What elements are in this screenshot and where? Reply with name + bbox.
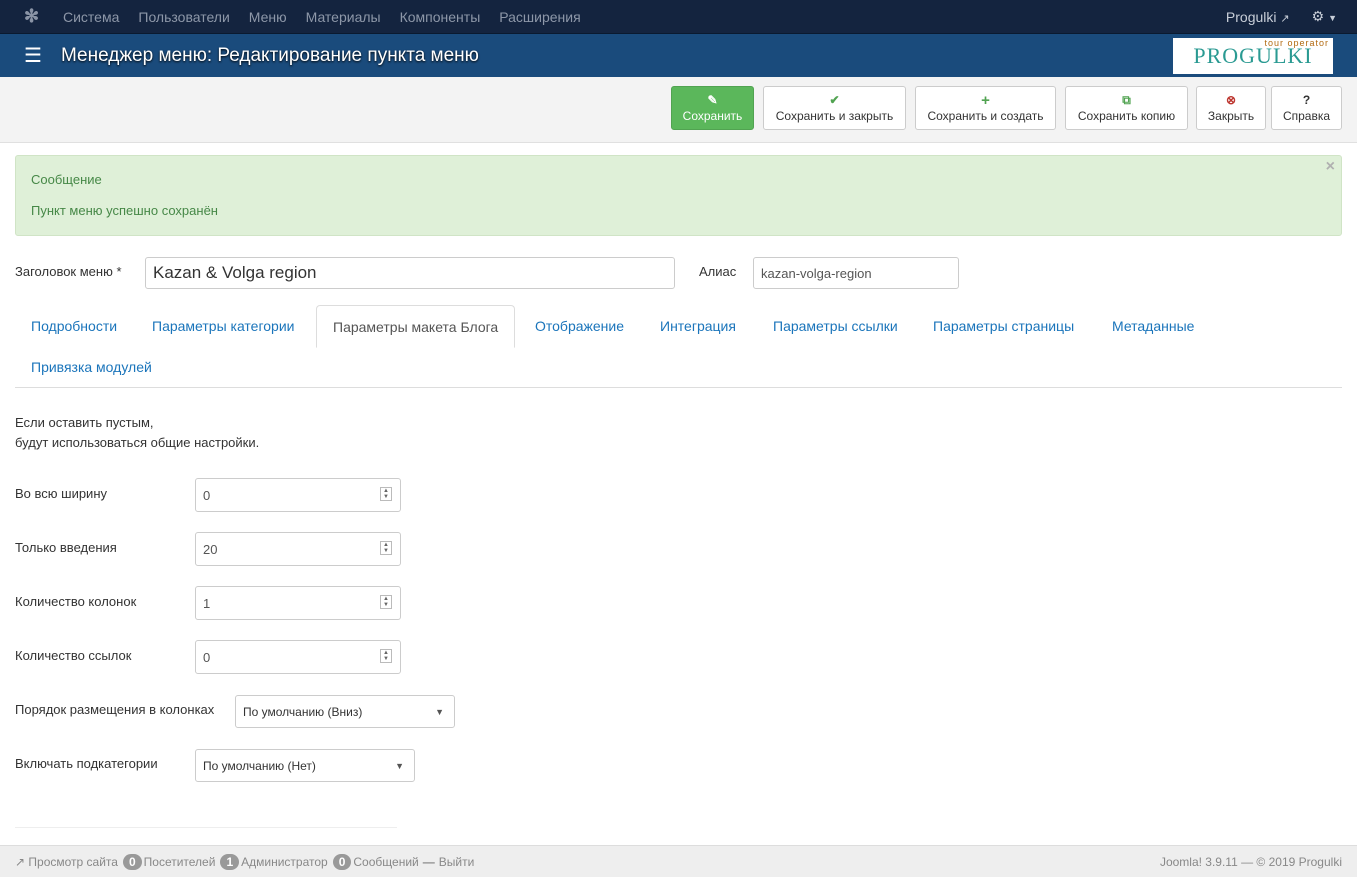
messages-badge: 0 [332,853,352,870]
top-navbar: ✻ Система Пользователи Меню Материалы Ко… [0,0,1357,33]
full-width-input[interactable]: 0 ▲ ▼ [195,478,401,512]
spinner-icon[interactable]: ▲ ▼ [380,487,392,501]
field-value: 0 [203,649,211,665]
subcat-label: Включать подкатегории [15,756,158,771]
brand-logo: tour operator PROGULKI [1173,38,1333,74]
nav-system[interactable]: Система [63,9,119,25]
columns-input[interactable]: 1 ▲ ▼ [195,586,401,620]
close-button[interactable]: ⊗ Закрыть [1196,86,1266,130]
visitors-badge: 0 [122,853,142,870]
field-label: Только введения [15,540,117,555]
site-name: Progulki [1225,8,1277,25]
dropdown-arrow-icon: ▼ [395,761,404,771]
save-copy-button[interactable]: ⧉ Сохранить копию [1065,86,1188,130]
field-value: 20 [203,541,218,557]
alias-label: Алиас [699,264,737,279]
divider [15,827,397,828]
external-link-icon: ↗ [15,854,29,869]
order-value: По умолчанию (Вниз) [243,704,363,719]
plus-icon: + [981,91,990,109]
field-value: 1 [203,595,211,611]
version-text: Joomla! 3.9.11 — © 2019 Progulki [1159,854,1342,869]
field-label: Во всю ширину [15,486,107,501]
view-site-link[interactable]: Просмотр сайта [28,855,118,869]
messages-label[interactable]: Сообщений [353,855,418,869]
page-header: ☰ Менеджер меню: Редактирование пункта м… [0,33,1357,77]
save-copy-label: Сохранить копию [1077,108,1176,123]
nav-components[interactable]: Компоненты [400,9,481,25]
tab-category-options[interactable]: Параметры категории [136,305,310,347]
page-title: Менеджер меню: Редактирование пункта мен… [61,44,479,66]
joomla-logo-icon[interactable]: ✻ [24,6,44,27]
tab-metadata[interactable]: Метаданные [1096,305,1210,347]
field-label: Количество ссылок [15,648,132,663]
save-label: Сохранить [682,108,743,123]
tab-page-display[interactable]: Параметры страницы [917,305,1090,347]
check-icon: ✔ [829,92,840,107]
alias-input[interactable]: kazan-volga-region [753,257,959,289]
dropdown-arrow-icon: ▼ [435,707,444,717]
tab-details[interactable]: Подробности [15,305,133,347]
spinner-icon[interactable]: ▲ ▼ [380,541,392,555]
logo-tagline: tour operator [1264,38,1329,48]
title-input[interactable]: Kazan & Volga region [145,257,675,289]
note-line-2: будут использоваться общие настройки. [15,435,260,450]
site-link[interactable]: Progulki ↗ [1226,9,1290,25]
admins-label: Администратор [241,854,328,869]
field-label: Количество колонок [15,594,137,609]
save-button[interactable]: ✎ Сохранить [671,86,754,130]
tab-blog-layout[interactable]: Параметры макета Блога [316,305,516,348]
tab-bar: Подробности Параметры категории Параметр… [15,305,1342,388]
subcat-value: По умолчанию (Нет) [203,758,316,773]
caret-down-icon: ▼ [1328,13,1337,23]
save-close-label: Сохранить и закрыть [775,108,894,123]
nav-users[interactable]: Пользователи [138,9,229,25]
close-label: Закрыть [1207,108,1255,123]
nav-content[interactable]: Материалы [306,9,381,25]
logout-link[interactable]: Выйти [439,855,475,869]
tab-integration[interactable]: Интеграция [644,305,752,347]
edit-icon: ✎ [707,92,718,107]
external-link-icon: ↗ [1280,12,1290,25]
help-label: Справка [1282,108,1331,123]
alert-message: Пункт меню успешно сохранён [31,203,218,218]
note-line-1: Если оставить пустым, [15,415,154,430]
visitors-label: Посетителей [143,854,216,869]
order-select[interactable]: По умолчанию (Вниз) ▼ [235,695,455,728]
success-alert: × Сообщение Пункт меню успешно сохранён [15,155,1342,236]
intro-input[interactable]: 20 ▲ ▼ [195,532,401,566]
settings-menu[interactable]: ⚙ ▼ [1312,8,1337,25]
alert-heading: Сообщение [31,172,102,187]
status-bar: ↗ Просмотр сайта 0 Посетителей 1 Администр… [0,845,1357,877]
save-close-button[interactable]: ✔ Сохранить и закрыть [763,86,906,130]
question-circle-icon: ? [1302,92,1311,107]
subcat-select[interactable]: По умолчанию (Нет) ▼ [195,749,415,782]
close-alert-icon[interactable]: × [1326,158,1335,176]
title-label: Заголовок меню * [15,264,122,279]
gear-icon: ⚙ [1311,8,1325,24]
tab-module-assignment[interactable]: Привязка модулей [15,346,168,388]
spinner-icon[interactable]: ▲ ▼ [380,649,392,663]
minus-icon: — [422,854,435,869]
nav-menus[interactable]: Меню [249,9,287,25]
admins-badge: 1 [220,853,240,870]
list-icon: ☰ [24,45,42,67]
field-value: 0 [203,487,211,503]
cancel-circle-icon: ⊗ [1225,92,1237,107]
tab-link-type[interactable]: Параметры ссылки [757,305,914,347]
tab-display[interactable]: Отображение [519,305,640,347]
spinner-icon[interactable]: ▲ ▼ [380,595,392,609]
toolbar: ✎ Сохранить ✔ Сохранить и закрыть + Сохрани… [0,77,1357,143]
save-new-button[interactable]: + Сохранить и создать [915,86,1056,130]
help-button[interactable]: ? Справка [1271,86,1342,130]
nav-extensions[interactable]: Расширения [499,9,580,25]
order-label: Порядок размещения в колонках [15,702,215,717]
save-new-label: Сохранить и создать [927,108,1044,123]
copy-icon: ⧉ [1122,92,1131,107]
links-input[interactable]: 0 ▲ ▼ [195,640,401,674]
